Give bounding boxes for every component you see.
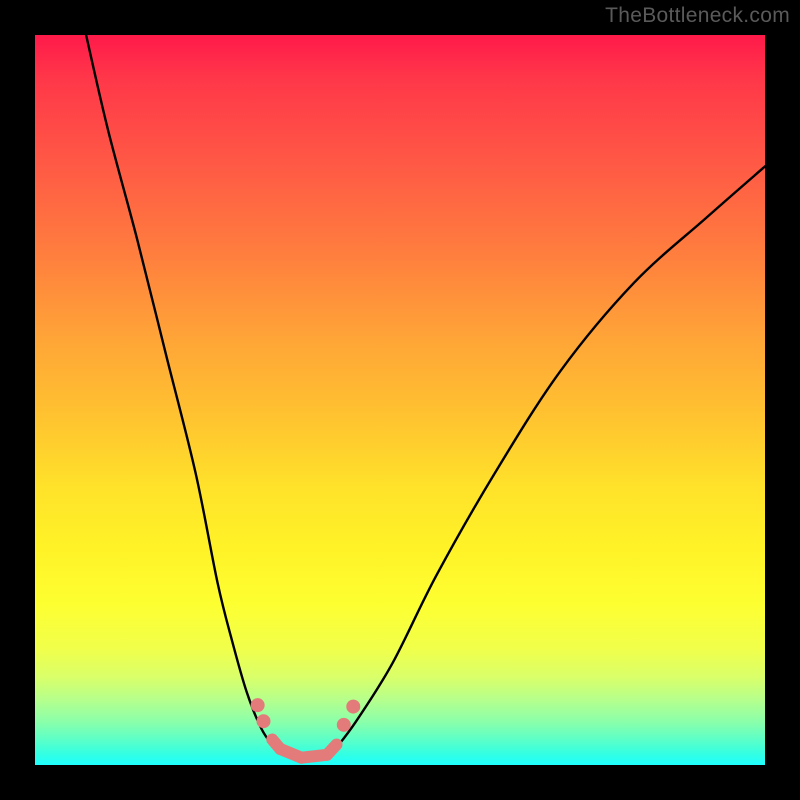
curve-marker [251,698,265,712]
right-curve [334,166,765,750]
curve-markers [251,698,361,732]
chart-frame: TheBottleneck.com [0,0,800,800]
valley-markers [272,739,336,757]
left-curve [86,35,276,750]
valley-segment [327,745,336,755]
curve-marker [346,700,360,714]
attribution-text: TheBottleneck.com [605,4,790,28]
chart-svg [35,35,765,765]
curve-marker [256,714,270,728]
curve-marker [337,718,351,732]
